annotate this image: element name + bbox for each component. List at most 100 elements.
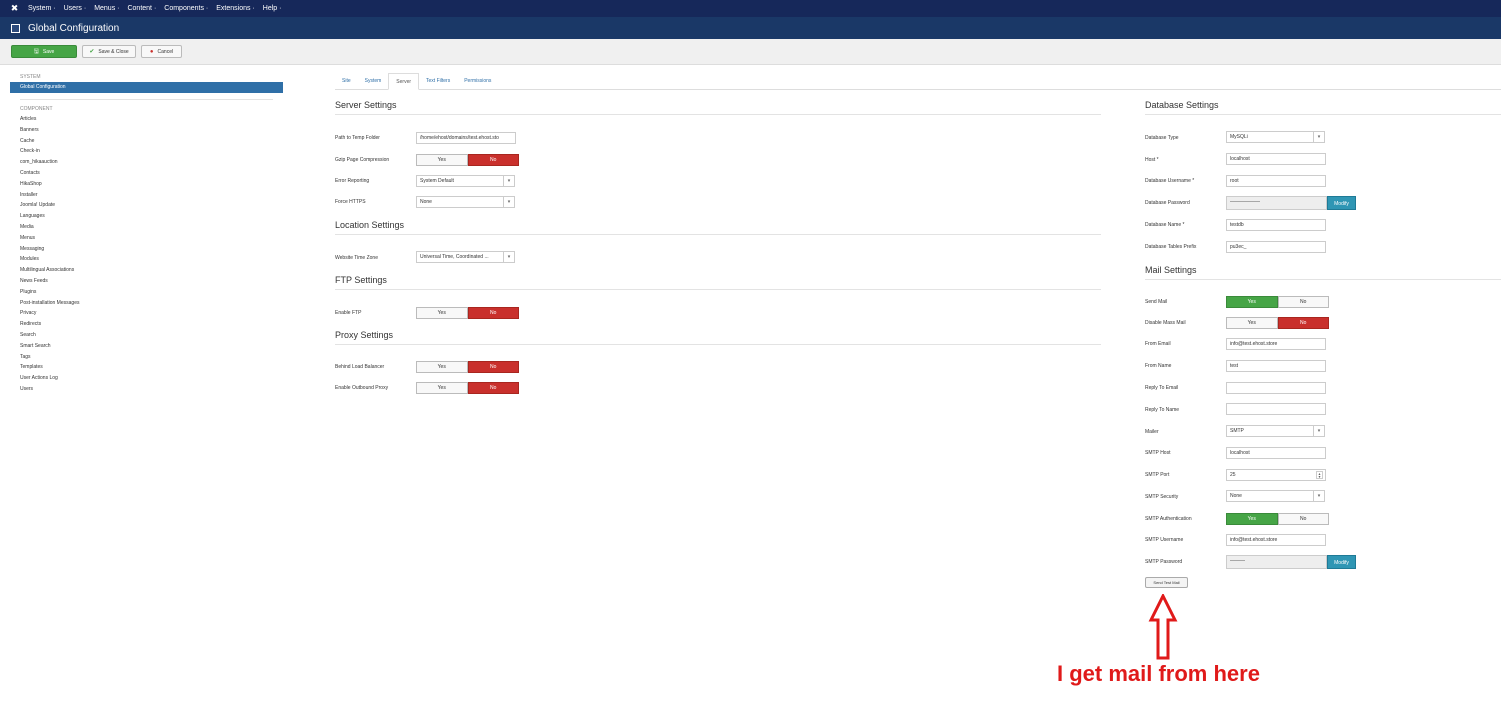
from-name-input[interactable]: test bbox=[1226, 360, 1326, 372]
smtp-port-input[interactable]: 25 ▴ ▾ bbox=[1226, 469, 1326, 481]
sidebar-item[interactable]: Banners bbox=[10, 125, 283, 136]
ftp-yes[interactable]: Yes bbox=[416, 307, 468, 319]
sidebar-item[interactable]: Installer bbox=[10, 190, 283, 201]
sidebar-item[interactable]: Check-in bbox=[10, 146, 283, 157]
sidebar-item[interactable]: Menus bbox=[10, 233, 283, 244]
sidebar-item[interactable]: com_hikaauction bbox=[10, 157, 283, 168]
sidebar-item[interactable]: Messaging bbox=[10, 244, 283, 255]
gzip-no[interactable]: No bbox=[467, 154, 519, 166]
sidebar-item[interactable]: Post-installation Messages bbox=[10, 298, 283, 309]
sidebar-item[interactable]: Modules bbox=[10, 254, 283, 265]
gzip-toggle[interactable]: Yes No bbox=[416, 154, 519, 166]
error-reporting-select[interactable]: System Default ▾ bbox=[416, 175, 515, 187]
send-mail-no[interactable]: No bbox=[1277, 296, 1329, 308]
sidebar-item[interactable]: Tags bbox=[10, 352, 283, 363]
menu-extensions[interactable]: Extensions · bbox=[216, 5, 255, 12]
enable-ftp-label: Enable FTP bbox=[335, 310, 362, 316]
mass-mail-no[interactable]: No bbox=[1277, 317, 1329, 329]
save-icon: 🖫 bbox=[33, 48, 39, 55]
mass-mail-yes[interactable]: Yes bbox=[1226, 317, 1278, 329]
reply-name-label: Reply To Name bbox=[1145, 407, 1180, 413]
sidebar-item[interactable]: HikaShop bbox=[10, 179, 283, 190]
cancel-label: Cancel bbox=[157, 48, 174, 55]
smtp-auth-yes[interactable]: Yes bbox=[1226, 513, 1278, 525]
mass-mail-toggle[interactable]: Yes No bbox=[1226, 317, 1329, 329]
balancer-no[interactable]: No bbox=[467, 361, 519, 373]
db-type-select[interactable]: MySQLi ▾ bbox=[1226, 131, 1325, 143]
db-password-modify-button[interactable]: Modify bbox=[1327, 196, 1356, 210]
sidebar-item-global-configuration[interactable]: Global Configuration bbox=[10, 82, 283, 93]
smtp-auth-toggle[interactable]: Yes No bbox=[1226, 513, 1329, 525]
joomla-logo-icon[interactable]: ✖ bbox=[10, 4, 19, 13]
smtp-security-label: SMTP Security bbox=[1145, 494, 1179, 500]
toolbar: 🖫 Save ✔ Save & Close ● Cancel bbox=[0, 39, 1501, 65]
sidebar-item[interactable]: News Feeds bbox=[10, 276, 283, 287]
proxy-settings-heading: Proxy Settings bbox=[335, 330, 394, 340]
menu-content[interactable]: Content · bbox=[127, 5, 156, 12]
temp-folder-input[interactable]: /home/ehost/domains/test.ehost.sto bbox=[416, 132, 516, 144]
tab-system[interactable]: System bbox=[358, 73, 389, 89]
sidebar: SYSTEM Global Configuration COMPONENT Ar… bbox=[10, 72, 283, 395]
sidebar-item[interactable]: Redirects bbox=[10, 319, 283, 330]
sidebar-item[interactable]: Languages bbox=[10, 211, 283, 222]
db-name-input[interactable]: testdb bbox=[1226, 219, 1326, 231]
mailer-select[interactable]: SMTP ▾ bbox=[1226, 425, 1325, 437]
smtp-host-input[interactable]: localhost bbox=[1226, 447, 1326, 459]
outbound-yes[interactable]: Yes bbox=[416, 382, 468, 394]
tab-site[interactable]: Site bbox=[335, 73, 358, 89]
menu-help[interactable]: Help · bbox=[263, 5, 282, 12]
outbound-no[interactable]: No bbox=[467, 382, 519, 394]
smtp-port-value: 25 bbox=[1230, 472, 1236, 478]
sidebar-item[interactable]: Privacy bbox=[10, 308, 283, 319]
sidebar-item[interactable]: Multilingual Associations bbox=[10, 265, 283, 276]
sidebar-item[interactable]: Search bbox=[10, 330, 283, 341]
send-mail-toggle[interactable]: Yes No bbox=[1226, 296, 1329, 308]
menu-menus[interactable]: Menus · bbox=[94, 5, 119, 12]
menu-system[interactable]: System · bbox=[28, 5, 56, 12]
cancel-button[interactable]: ● Cancel bbox=[141, 45, 182, 58]
db-prefix-input[interactable]: pu3ec_ bbox=[1226, 241, 1326, 253]
ftp-no[interactable]: No bbox=[467, 307, 519, 319]
send-test-mail-button[interactable]: Send Test Mail bbox=[1145, 577, 1188, 588]
sidebar-item[interactable]: Smart Search bbox=[10, 341, 283, 352]
smtp-security-select[interactable]: None ▾ bbox=[1226, 490, 1325, 502]
sidebar-item[interactable]: Articles bbox=[10, 114, 283, 125]
save-button[interactable]: 🖫 Save bbox=[11, 45, 77, 58]
balancer-yes[interactable]: Yes bbox=[416, 361, 468, 373]
error-reporting-value: System Default bbox=[420, 178, 454, 184]
cancel-icon: ● bbox=[149, 48, 154, 55]
mass-mail-label: Disable Mass Mail bbox=[1145, 320, 1186, 326]
db-username-input[interactable]: root bbox=[1226, 175, 1326, 187]
force-https-label: Force HTTPS bbox=[335, 199, 366, 205]
menu-users[interactable]: Users · bbox=[64, 5, 87, 12]
tab-server[interactable]: Server bbox=[388, 73, 420, 90]
number-stepper-icon[interactable]: ▴ ▾ bbox=[1316, 471, 1323, 479]
smtp-username-input[interactable]: info@test.ehost.store bbox=[1226, 534, 1326, 546]
menu-components[interactable]: Components · bbox=[164, 5, 208, 12]
sidebar-item[interactable]: Cache bbox=[10, 136, 283, 147]
tab-permissions[interactable]: Permissions bbox=[457, 73, 498, 89]
sidebar-item[interactable]: Contacts bbox=[10, 168, 283, 179]
gzip-yes[interactable]: Yes bbox=[416, 154, 468, 166]
smtp-password-modify-button[interactable]: Modify bbox=[1327, 555, 1356, 569]
timezone-select[interactable]: Universal Time, Coordinated ... ▾ bbox=[416, 251, 515, 263]
enable-ftp-toggle[interactable]: Yes No bbox=[416, 307, 519, 319]
reply-name-input[interactable] bbox=[1226, 403, 1326, 415]
sidebar-item[interactable]: User Actions Log bbox=[10, 373, 283, 384]
sidebar-item[interactable]: Templates bbox=[10, 362, 283, 373]
load-balancer-toggle[interactable]: Yes No bbox=[416, 361, 519, 373]
send-mail-yes[interactable]: Yes bbox=[1226, 296, 1278, 308]
outbound-proxy-toggle[interactable]: Yes No bbox=[416, 382, 519, 394]
force-https-select[interactable]: None ▾ bbox=[416, 196, 515, 208]
smtp-host-label: SMTP Host bbox=[1145, 450, 1171, 456]
db-host-input[interactable]: localhost bbox=[1226, 153, 1326, 165]
sidebar-item[interactable]: Media bbox=[10, 222, 283, 233]
from-email-input[interactable]: info@test.ehost.store bbox=[1226, 338, 1326, 350]
reply-email-input[interactable] bbox=[1226, 382, 1326, 394]
sidebar-item[interactable]: Plugins bbox=[10, 287, 283, 298]
sidebar-item[interactable]: Joomla! Update bbox=[10, 200, 283, 211]
tab-text-filters[interactable]: Text Filters bbox=[419, 73, 457, 89]
save-close-button[interactable]: ✔ Save & Close bbox=[82, 45, 136, 58]
sidebar-item[interactable]: Users bbox=[10, 384, 283, 395]
smtp-auth-no[interactable]: No bbox=[1277, 513, 1329, 525]
